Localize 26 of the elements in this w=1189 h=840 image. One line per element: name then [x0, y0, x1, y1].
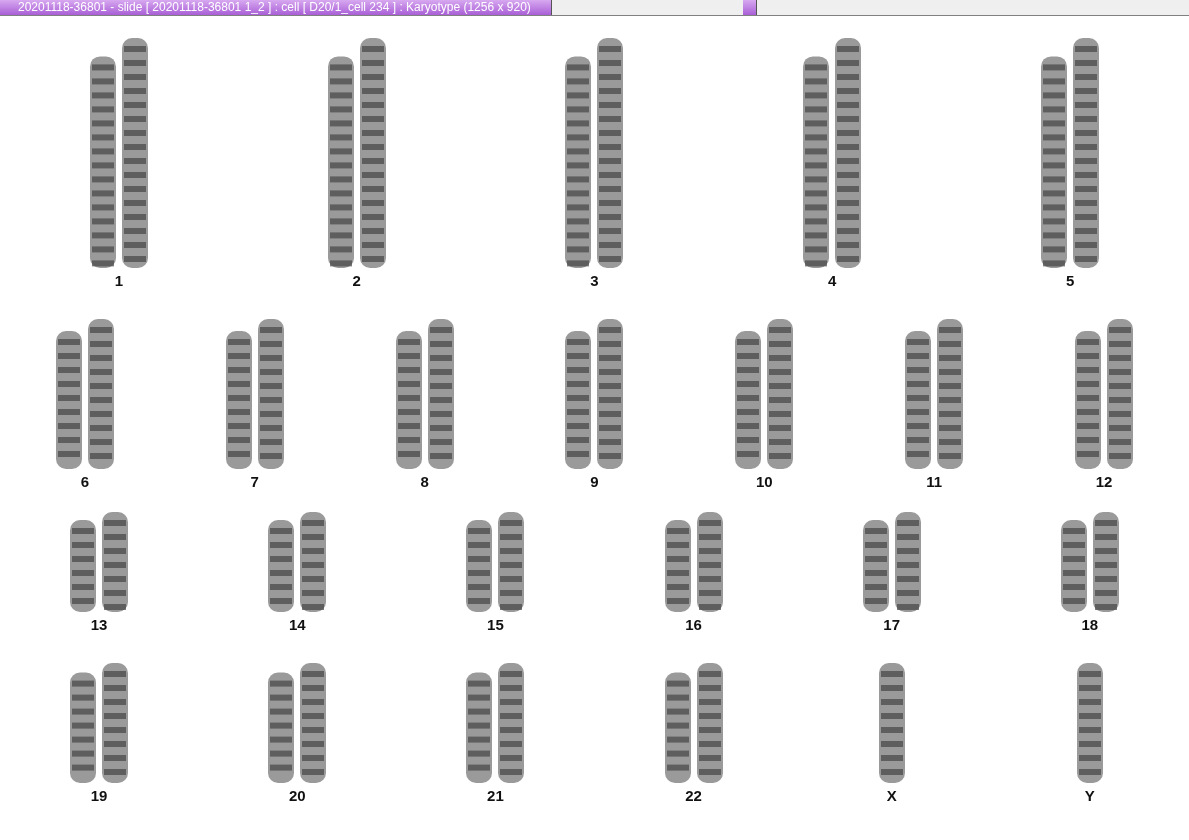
chromosome-label: 12 — [1095, 473, 1113, 490]
chromosome-label: 5 — [1065, 272, 1075, 289]
chromosome-label: 20 — [288, 787, 306, 804]
chromosome-label: 10 — [755, 473, 773, 490]
chromosome-label: 4 — [828, 272, 837, 289]
chromosome-label: 16 — [685, 616, 702, 633]
chromosome-label: 8 — [420, 473, 429, 490]
chromosome-label: X — [886, 787, 897, 804]
chromosome-label: 7 — [250, 473, 259, 490]
chromosome-label: 17 — [883, 616, 901, 633]
chromosome-label: 21 — [487, 787, 504, 804]
tab-handle[interactable] — [742, 0, 757, 15]
chromosome-label: 14 — [288, 616, 306, 633]
chromosome-label: 6 — [80, 473, 90, 490]
chromosome-label: 13 — [90, 616, 108, 633]
chromosome-label: Y — [1084, 787, 1095, 804]
chromosome-label: 15 — [487, 616, 504, 633]
chromosome-label: 18 — [1081, 616, 1099, 633]
window-title[interactable]: 20201118-36801 - slide [ 20201118-36801 1_2 ] : cell [ D20/1_cell 234 ] : Karyotype (1256 x 920) — [0, 0, 552, 15]
chromosome-label: 11 — [926, 473, 943, 490]
chromosome-label: 1 — [114, 272, 124, 289]
chromosome-label: 2 — [352, 272, 361, 289]
chromosome-label: 22 — [685, 787, 702, 804]
chromosome-label: 19 — [90, 787, 108, 804]
chromosome-label: 3 — [590, 272, 599, 289]
chromosome-label: 9 — [590, 473, 599, 490]
